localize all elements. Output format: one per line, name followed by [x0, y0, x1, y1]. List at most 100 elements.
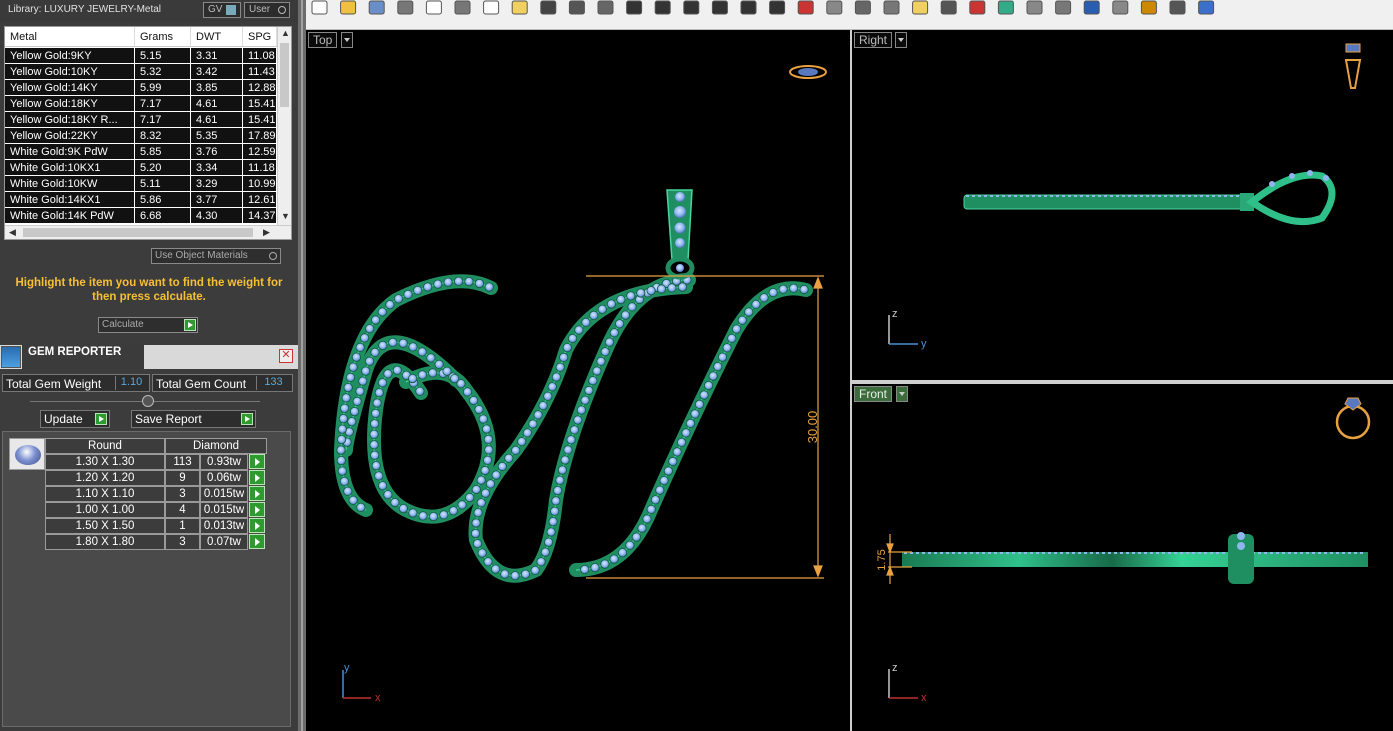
- gem-row[interactable]: 1.00 X 1.00 4 0.015tw: [45, 502, 267, 518]
- metal-row[interactable]: Yellow Gold:9KY 5.15 3.31 11.08: [5, 48, 277, 64]
- light-icon[interactable]: [912, 0, 929, 15]
- settings-icon[interactable]: [1140, 0, 1157, 15]
- gem-row[interactable]: 1.50 X 1.50 1 0.013tw: [45, 518, 267, 534]
- grams-cell: 5.85: [135, 144, 191, 159]
- zoom-window-icon[interactable]: [654, 0, 671, 15]
- scrollbar-thumb[interactable]: [23, 228, 253, 237]
- copy-icon[interactable]: [483, 0, 500, 15]
- snap-icon[interactable]: [826, 0, 843, 15]
- horizontal-scrollbar[interactable]: ◀ ▶: [5, 225, 291, 239]
- view-cube-icon[interactable]: [789, 65, 827, 79]
- select-gem-button[interactable]: [249, 502, 265, 517]
- viewport-right[interactable]: z y Right: [852, 30, 1393, 380]
- scroll-right-icon[interactable]: ▶: [263, 227, 270, 238]
- diamond-stone: [759, 293, 769, 303]
- view-cube-icon[interactable]: [1335, 397, 1371, 440]
- use-object-materials-toggle[interactable]: Use Object Materials: [151, 248, 281, 264]
- new-icon[interactable]: [311, 0, 328, 15]
- round-diamond-thumbnail[interactable]: [9, 438, 45, 470]
- open-icon[interactable]: [340, 0, 357, 15]
- select-gem-button[interactable]: [249, 518, 265, 533]
- select-gem-button[interactable]: [249, 470, 265, 485]
- metal-row[interactable]: Yellow Gold:18KY R... 7.17 4.61 15.41: [5, 112, 277, 128]
- gem-reporter-tab[interactable]: GEM REPORTER: [22, 345, 144, 369]
- layer-icon[interactable]: [940, 0, 957, 15]
- metal-row[interactable]: Yellow Gold:10KY 5.32 3.42 11.43: [5, 64, 277, 80]
- rotate-icon[interactable]: [854, 0, 871, 15]
- points-icon[interactable]: [883, 0, 900, 15]
- metal-row[interactable]: White Gold:14K PdW 6.68 4.30 14.37: [5, 208, 277, 224]
- page-icon[interactable]: [425, 0, 442, 15]
- zoom-extents-icon[interactable]: [711, 0, 728, 15]
- gem-row[interactable]: 1.80 X 1.80 3 0.07tw: [45, 534, 267, 550]
- help-icon[interactable]: [1198, 0, 1215, 15]
- gv-toggle-button[interactable]: GV: [203, 2, 241, 18]
- viewport-top[interactable]: 30.00 y x Top: [306, 30, 850, 731]
- select-gem-button[interactable]: [249, 454, 265, 469]
- diamond-stone: [383, 369, 393, 379]
- column-header-dwt[interactable]: DWT: [191, 27, 243, 46]
- column-header-spg[interactable]: SPG: [243, 27, 277, 46]
- save-report-button[interactable]: Save Report: [131, 410, 256, 428]
- zoom-out-icon[interactable]: [683, 0, 700, 15]
- scrollbar-thumb[interactable]: [280, 43, 289, 107]
- metal-row[interactable]: White Gold:14KX1 5.86 3.77 12.61: [5, 192, 277, 208]
- viewport-front-label[interactable]: Front: [854, 386, 893, 402]
- view-cube-icon[interactable]: [1344, 43, 1362, 89]
- render-icon[interactable]: [1055, 0, 1072, 15]
- tree-icon[interactable]: [1169, 0, 1186, 15]
- car-icon[interactable]: [797, 0, 814, 15]
- metal-row[interactable]: White Gold:10KX1 5.20 3.34 11.18: [5, 160, 277, 176]
- metal-row[interactable]: White Gold:9K PdW 5.85 3.76 12.59: [5, 144, 277, 160]
- material-icon[interactable]: [969, 0, 986, 15]
- close-icon[interactable]: ✕: [279, 349, 293, 363]
- metal-row[interactable]: Yellow Gold:18KY 7.17 4.61 15.41: [5, 96, 277, 112]
- vertical-scrollbar[interactable]: ▲ ▼: [277, 27, 291, 225]
- paste-icon[interactable]: [511, 0, 528, 15]
- gem-row[interactable]: 1.10 X 1.10 3 0.015tw: [45, 486, 267, 502]
- gem-row[interactable]: 1.30 X 1.30 113 0.93tw: [45, 454, 267, 470]
- move-icon[interactable]: [597, 0, 614, 15]
- scroll-down-icon[interactable]: ▼: [281, 211, 290, 221]
- column-header-grams[interactable]: Grams: [135, 27, 191, 46]
- print-icon[interactable]: [397, 0, 414, 15]
- chevron-down-icon[interactable]: [895, 32, 907, 48]
- globe-icon[interactable]: [1083, 0, 1100, 15]
- metal-name-cell: Yellow Gold:18KY: [5, 96, 135, 111]
- metal-row[interactable]: Yellow Gold:22KY 8.32 5.35 17.89: [5, 128, 277, 144]
- column-header-metal[interactable]: Metal: [5, 27, 135, 46]
- calculate-button[interactable]: Calculate: [98, 317, 198, 333]
- cut-icon[interactable]: [454, 0, 471, 15]
- chevron-down-icon[interactable]: [341, 32, 353, 48]
- save-icon[interactable]: [368, 0, 385, 15]
- splitter-handle[interactable]: [142, 395, 154, 407]
- sphere-icon[interactable]: [1026, 0, 1043, 15]
- magic-icon[interactable]: [1112, 0, 1129, 15]
- zoom-selected-icon[interactable]: [740, 0, 757, 15]
- select-gem-button[interactable]: [249, 486, 265, 501]
- viewport-front[interactable]: 1.75 z x Front: [852, 384, 1393, 731]
- select-gem-button[interactable]: [249, 534, 265, 549]
- zoom-in-icon[interactable]: [626, 0, 643, 15]
- chevron-down-icon[interactable]: [896, 386, 908, 402]
- diamond-stone: [703, 380, 714, 391]
- undo-icon[interactable]: [540, 0, 557, 15]
- viewport-top-label[interactable]: Top: [308, 32, 338, 48]
- scroll-up-icon[interactable]: ▲: [281, 28, 290, 38]
- diamond-stone: [365, 324, 375, 334]
- front-view-canvas[interactable]: 1.75 z x: [852, 384, 1393, 731]
- right-view-canvas[interactable]: z y: [852, 30, 1393, 380]
- gem-row[interactable]: 1.20 X 1.20 9 0.06tw: [45, 470, 267, 486]
- user-toggle-button[interactable]: User: [244, 2, 290, 18]
- grid-icon[interactable]: [769, 0, 786, 15]
- viewport-right-label[interactable]: Right: [854, 32, 893, 48]
- pan-icon[interactable]: [568, 0, 585, 15]
- top-view-canvas[interactable]: 30.00 y x: [306, 30, 850, 731]
- metal-row[interactable]: White Gold:10KW 5.11 3.29 10.99: [5, 176, 277, 192]
- metal-row[interactable]: Yellow Gold:14KY 5.99 3.85 12.88: [5, 80, 277, 96]
- scroll-left-icon[interactable]: ◀: [9, 227, 16, 238]
- gem-reporter-title: GEM REPORTER: [28, 346, 122, 358]
- color-icon[interactable]: [997, 0, 1014, 15]
- panel-divider[interactable]: [298, 0, 306, 731]
- update-button[interactable]: Update: [40, 410, 110, 428]
